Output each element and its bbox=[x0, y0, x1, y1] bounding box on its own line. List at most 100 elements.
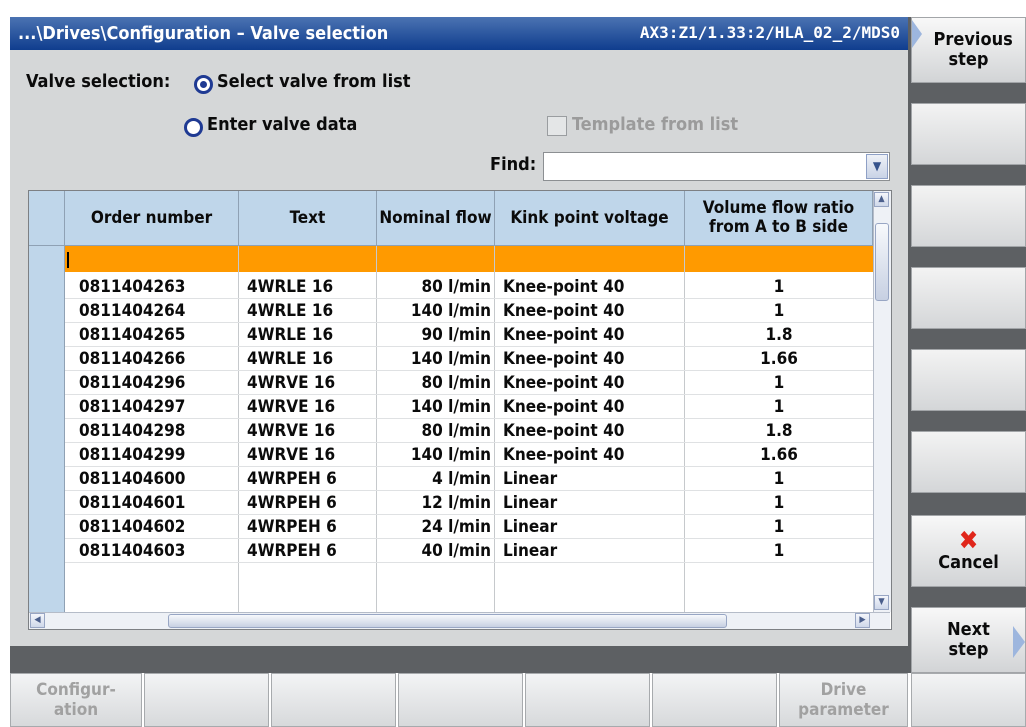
cell-kink-point-voltage[interactable]: Linear bbox=[503, 515, 681, 539]
cell-order-number[interactable]: 0811404265 bbox=[79, 323, 235, 347]
selected-row[interactable] bbox=[65, 246, 873, 272]
cell-nominal-flow[interactable]: 12 l/min bbox=[381, 491, 492, 515]
radio-enter-valve-data-label[interactable]: Enter valve data bbox=[207, 114, 357, 135]
cell-kink-point-voltage[interactable]: Knee-point 40 bbox=[503, 443, 681, 467]
cell-flow-ratio[interactable]: 1.66 bbox=[689, 347, 869, 371]
cell-order-number[interactable]: 0811404297 bbox=[79, 395, 235, 419]
cell-kink-point-voltage[interactable]: Knee-point 40 bbox=[503, 299, 681, 323]
cell-flow-ratio[interactable]: 1 bbox=[689, 299, 869, 323]
find-combobox[interactable]: ▼ bbox=[543, 152, 890, 181]
column-header-order-number[interactable]: Order number bbox=[65, 191, 239, 246]
cell-text[interactable]: 4WRLE 16 bbox=[247, 275, 373, 299]
softkey-6[interactable] bbox=[911, 431, 1026, 493]
cell-order-number[interactable]: 0811404264 bbox=[79, 299, 235, 323]
cell-order-number[interactable]: 0811404299 bbox=[79, 443, 235, 467]
cell-flow-ratio[interactable]: 1 bbox=[689, 515, 869, 539]
cell-text[interactable]: 4WRVE 16 bbox=[247, 443, 373, 467]
cell-kink-point-voltage[interactable]: Linear bbox=[503, 467, 681, 491]
chevron-down-icon[interactable]: ▼ bbox=[866, 154, 888, 179]
cell-flow-ratio[interactable]: 1 bbox=[689, 539, 869, 563]
radio-select-from-list[interactable] bbox=[194, 75, 213, 94]
cell-nominal-flow[interactable]: 140 l/min bbox=[381, 347, 491, 371]
cell-flow-ratio[interactable]: 1 bbox=[689, 467, 869, 491]
cancel-button[interactable]: ✖ Cancel bbox=[911, 515, 1026, 587]
cell-flow-ratio[interactable]: 1.66 bbox=[689, 443, 869, 467]
column-header-kink-point-voltage[interactable]: Kink point voltage bbox=[495, 191, 685, 246]
cell-order-number[interactable]: 0811404603 bbox=[79, 539, 235, 563]
cell-order-number[interactable]: 0811404298 bbox=[79, 419, 235, 443]
cell-kink-point-voltage[interactable]: Knee-point 40 bbox=[503, 419, 681, 443]
cell-flow-ratio[interactable]: 1.8 bbox=[689, 419, 869, 443]
cell-kink-point-voltage[interactable]: Linear bbox=[503, 491, 681, 515]
cell-text[interactable]: 4WRPEH 6 bbox=[247, 539, 373, 563]
cell-text[interactable]: 4WRPEH 6 bbox=[247, 491, 373, 515]
cell-kink-point-voltage[interactable]: Knee-point 40 bbox=[503, 275, 681, 299]
cell-order-number[interactable]: 0811404600 bbox=[79, 467, 235, 491]
cell-text[interactable]: 4WRLE 16 bbox=[247, 299, 373, 323]
cell-flow-ratio[interactable]: 1 bbox=[689, 371, 869, 395]
cancel-label: Cancel bbox=[938, 552, 999, 573]
next-step-button[interactable]: Next step bbox=[911, 607, 1026, 673]
cell-order-number[interactable]: 0811404602 bbox=[79, 515, 235, 539]
cell-flow-ratio[interactable]: 1 bbox=[689, 275, 869, 299]
scroll-up-icon[interactable]: ▲ bbox=[874, 192, 889, 207]
cell-nominal-flow[interactable]: 140 l/min bbox=[381, 443, 491, 467]
drive-parameter-button[interactable]: Drive parameter bbox=[779, 673, 908, 727]
softkey-2[interactable] bbox=[911, 103, 1026, 165]
horizontal-scrollbar[interactable]: ◀ ▶ bbox=[29, 612, 890, 629]
drive-path: AX3:Z1/1.33:2/HLA_02_2/MDS0 bbox=[639, 23, 900, 42]
template-checkbox[interactable] bbox=[547, 116, 567, 136]
hsoftkey-6[interactable] bbox=[652, 673, 777, 727]
cell-nominal-flow[interactable]: 140 l/min bbox=[381, 395, 491, 419]
cell-order-number[interactable]: 0811404601 bbox=[79, 491, 235, 515]
cell-nominal-flow[interactable]: 90 l/min bbox=[381, 323, 492, 347]
vertical-scroll-thumb[interactable] bbox=[875, 223, 889, 301]
previous-step-button[interactable]: Previous step bbox=[911, 17, 1026, 83]
cell-nominal-flow[interactable]: 80 l/min bbox=[381, 371, 492, 395]
cell-order-number[interactable]: 0811404266 bbox=[79, 347, 235, 371]
cell-nominal-flow[interactable]: 140 l/min bbox=[381, 299, 491, 323]
radio-enter-valve-data[interactable] bbox=[184, 118, 203, 137]
hsoftkey-5[interactable] bbox=[525, 673, 650, 727]
cell-nominal-flow[interactable]: 4 l/min bbox=[381, 467, 491, 491]
hsoftkey-2[interactable] bbox=[144, 673, 269, 727]
cell-text[interactable]: 4WRLE 16 bbox=[247, 347, 373, 371]
configuration-button[interactable]: Configur- ation bbox=[10, 673, 142, 727]
cell-text[interactable]: 4WRLE 16 bbox=[247, 323, 373, 347]
softkey-5[interactable] bbox=[911, 349, 1026, 411]
column-header-text[interactable]: Text bbox=[239, 191, 377, 246]
cell-nominal-flow[interactable]: 24 l/min bbox=[381, 515, 492, 539]
cell-text[interactable]: 4WRVE 16 bbox=[247, 395, 373, 419]
cell-kink-point-voltage[interactable]: Knee-point 40 bbox=[503, 395, 681, 419]
cell-order-number[interactable]: 0811404263 bbox=[79, 275, 235, 299]
hsoftkey-3[interactable] bbox=[271, 673, 396, 727]
cell-nominal-flow[interactable]: 40 l/min bbox=[381, 539, 492, 563]
column-header-nominal-flow[interactable]: Nominal flow bbox=[377, 191, 495, 246]
cell-nominal-flow[interactable]: 80 l/min bbox=[381, 419, 492, 443]
cell-nominal-flow[interactable]: 80 l/min bbox=[381, 275, 492, 299]
hsoftkey-4[interactable] bbox=[398, 673, 523, 727]
cell-text[interactable]: 4WRVE 16 bbox=[247, 371, 373, 395]
cell-order-number[interactable]: 0811404296 bbox=[79, 371, 235, 395]
cell-text[interactable]: 4WRPEH 6 bbox=[247, 467, 373, 491]
softkey-3[interactable] bbox=[911, 185, 1026, 247]
arrow-right-icon bbox=[1013, 626, 1025, 658]
cell-kink-point-voltage[interactable]: Knee-point 40 bbox=[503, 347, 681, 371]
hsoftkey-8[interactable] bbox=[911, 673, 1026, 727]
cell-kink-point-voltage[interactable]: Knee-point 40 bbox=[503, 323, 681, 347]
cell-kink-point-voltage[interactable]: Linear bbox=[503, 539, 681, 563]
scroll-left-icon[interactable]: ◀ bbox=[30, 613, 45, 628]
cell-flow-ratio[interactable]: 1 bbox=[689, 491, 869, 515]
softkey-4[interactable] bbox=[911, 267, 1026, 329]
cell-text[interactable]: 4WRVE 16 bbox=[247, 419, 373, 443]
horizontal-scroll-thumb[interactable] bbox=[168, 614, 727, 628]
cell-kink-point-voltage[interactable]: Knee-point 40 bbox=[503, 371, 681, 395]
cell-text[interactable]: 4WRPEH 6 bbox=[247, 515, 373, 539]
column-header-volume-flow-ratio[interactable]: Volume flow ratio from A to B side bbox=[685, 191, 873, 246]
scroll-right-icon[interactable]: ▶ bbox=[855, 613, 870, 628]
vertical-scrollbar[interactable]: ▲ ▼ bbox=[873, 191, 891, 612]
cell-flow-ratio[interactable]: 1 bbox=[689, 395, 869, 419]
scroll-down-icon[interactable]: ▼ bbox=[874, 595, 889, 610]
radio-select-from-list-label[interactable]: Select valve from list bbox=[217, 71, 411, 92]
cell-flow-ratio[interactable]: 1.8 bbox=[689, 323, 869, 347]
